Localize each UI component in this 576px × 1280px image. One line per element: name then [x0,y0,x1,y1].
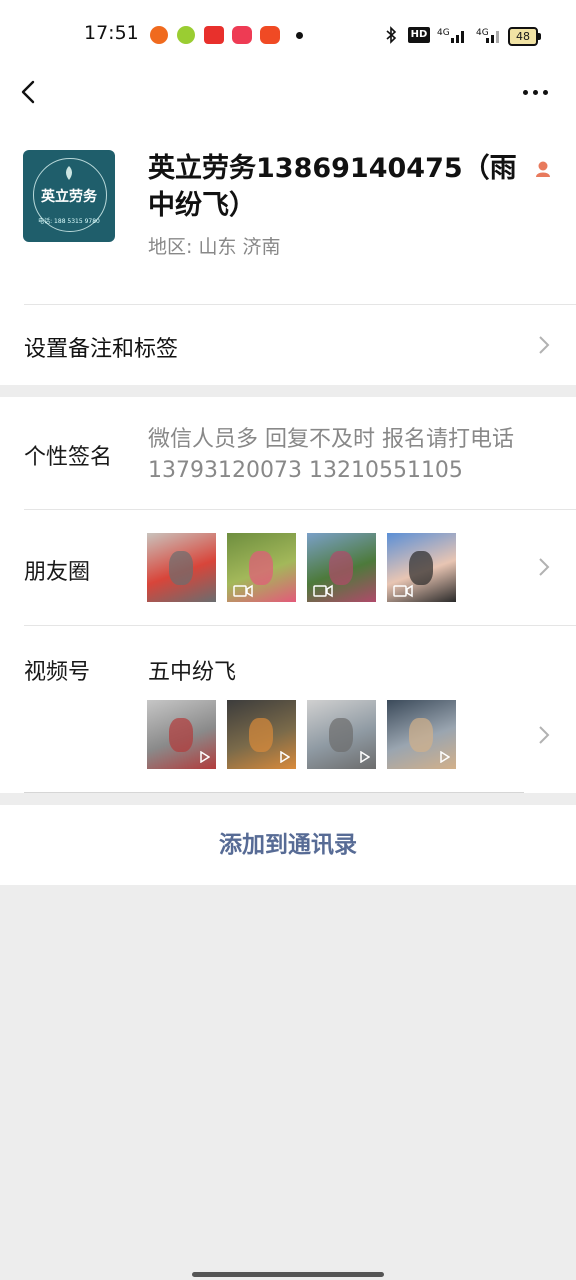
moments-thumbnail[interactable] [227,533,296,602]
avatar-subtext: 电话: 188 5315 9780 [38,218,100,225]
channel-video-thumbnail[interactable] [307,700,376,769]
app-lime-icon [177,26,195,44]
bluetooth-icon [386,26,397,44]
signal-4g-icon: 4G [476,28,499,43]
app-shop-icon [232,26,252,44]
play-icon [440,751,450,763]
add-to-contacts-button[interactable]: 添加到通讯录 [0,805,576,885]
svg-text:4G: 4G [437,28,450,38]
app-video-icon [260,26,280,44]
video-camera-icon [233,584,253,598]
divider [24,304,576,305]
contact-name: 英立劳务13869140475（雨中纷飞） [148,153,517,221]
avatar[interactable]: 英立劳务 电话: 188 5315 9780 [23,150,115,242]
channel-video-thumbnail[interactable] [227,700,296,769]
notification-dot [296,32,303,39]
play-icon [200,751,210,763]
svg-text:4G: 4G [476,28,489,38]
battery-icon: 48 [508,27,541,46]
region-text: 地区: 山东 济南 [148,236,281,258]
signal-4g-icon: 4G [437,28,464,43]
more-dots-icon[interactable] [520,88,552,98]
channel-video-thumbnail[interactable] [387,700,456,769]
signature-label: 个性签名 [24,445,113,470]
home-indicator[interactable] [192,1272,384,1277]
channel-name: 五中纷飞 [148,660,237,685]
app-orange-icon [150,26,168,44]
play-icon [280,751,290,763]
top-nav-bar [0,70,576,130]
video-camera-icon [393,584,413,598]
moments-label: 朋友圈 [24,560,91,585]
moments-thumbnail[interactable] [307,533,376,602]
status-time: 17:51 [84,22,139,44]
divider [24,792,524,793]
play-icon [360,751,370,763]
channel-video-thumbnail[interactable] [147,700,216,769]
app-toutiao-icon [204,26,224,44]
chevron-right-icon [539,336,550,354]
moments-thumbnail[interactable] [387,533,456,602]
remark-label: 设置备注和标签 [24,337,179,362]
avatar-text: 英立劳务 [41,189,97,205]
person-icon [536,161,550,177]
video-camera-icon [313,584,333,598]
channels-label: 视频号 [24,660,91,685]
chevron-right-icon [539,726,550,744]
signature-text: 微信人员多 回复不及时 报名请打电话 13793120073 132105511… [148,427,514,483]
chevron-right-icon [539,558,550,576]
moments-thumbnail[interactable] [147,533,216,602]
hd-icon: HD [408,27,430,43]
back-arrow-icon[interactable] [18,80,48,104]
